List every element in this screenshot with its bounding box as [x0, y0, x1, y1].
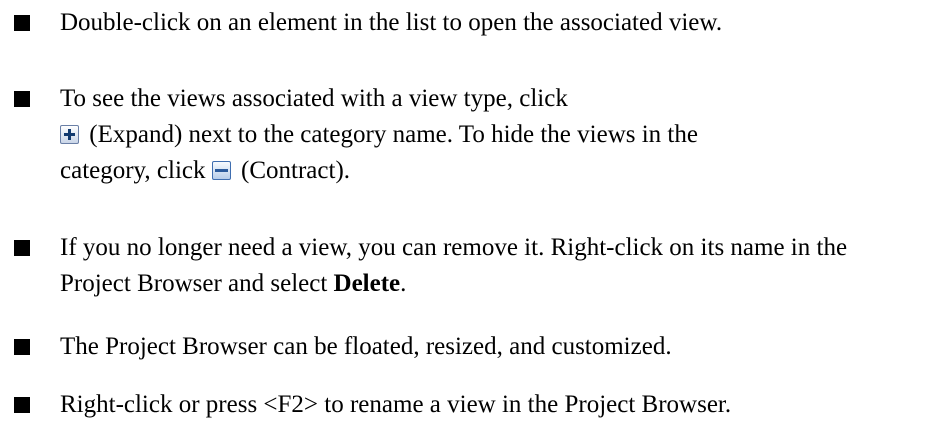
contract-icon — [211, 161, 231, 180]
bullet-marker — [14, 91, 30, 107]
item-text-expand: (Expand) next to the category name. To h… — [83, 121, 698, 148]
expand-icon — [60, 125, 79, 144]
item-text-line3: category, click — [60, 157, 212, 184]
item-text-bold: Delete — [333, 270, 401, 297]
list-item-2: To see the views associated with a view … — [60, 81, 920, 189]
item-text-line1: To see the views associated with a view … — [60, 85, 568, 112]
list-item-3: If you no longer need a view, you can re… — [60, 230, 910, 302]
bullet-marker — [14, 339, 30, 355]
item-text: Right-click or press <F2> to rename a vi… — [60, 391, 732, 418]
item-text-end: . — [400, 270, 407, 297]
bullet-marker — [14, 15, 30, 31]
bullet-marker — [14, 397, 30, 413]
item-text-contract: (Contract). — [234, 157, 351, 184]
bullet-marker — [14, 240, 30, 256]
list-item-1: Double-click on an element in the list t… — [60, 5, 920, 41]
list-item-4: The Project Browser can be floated, resi… — [60, 329, 920, 365]
list-item-5: Right-click or press <F2> to rename a vi… — [60, 387, 920, 423]
item-text: The Project Browser can be floated, resi… — [60, 333, 672, 360]
item-text: Double-click on an element in the list t… — [60, 9, 723, 36]
item-text-start: If you no longer need a view, you can re… — [60, 234, 848, 297]
